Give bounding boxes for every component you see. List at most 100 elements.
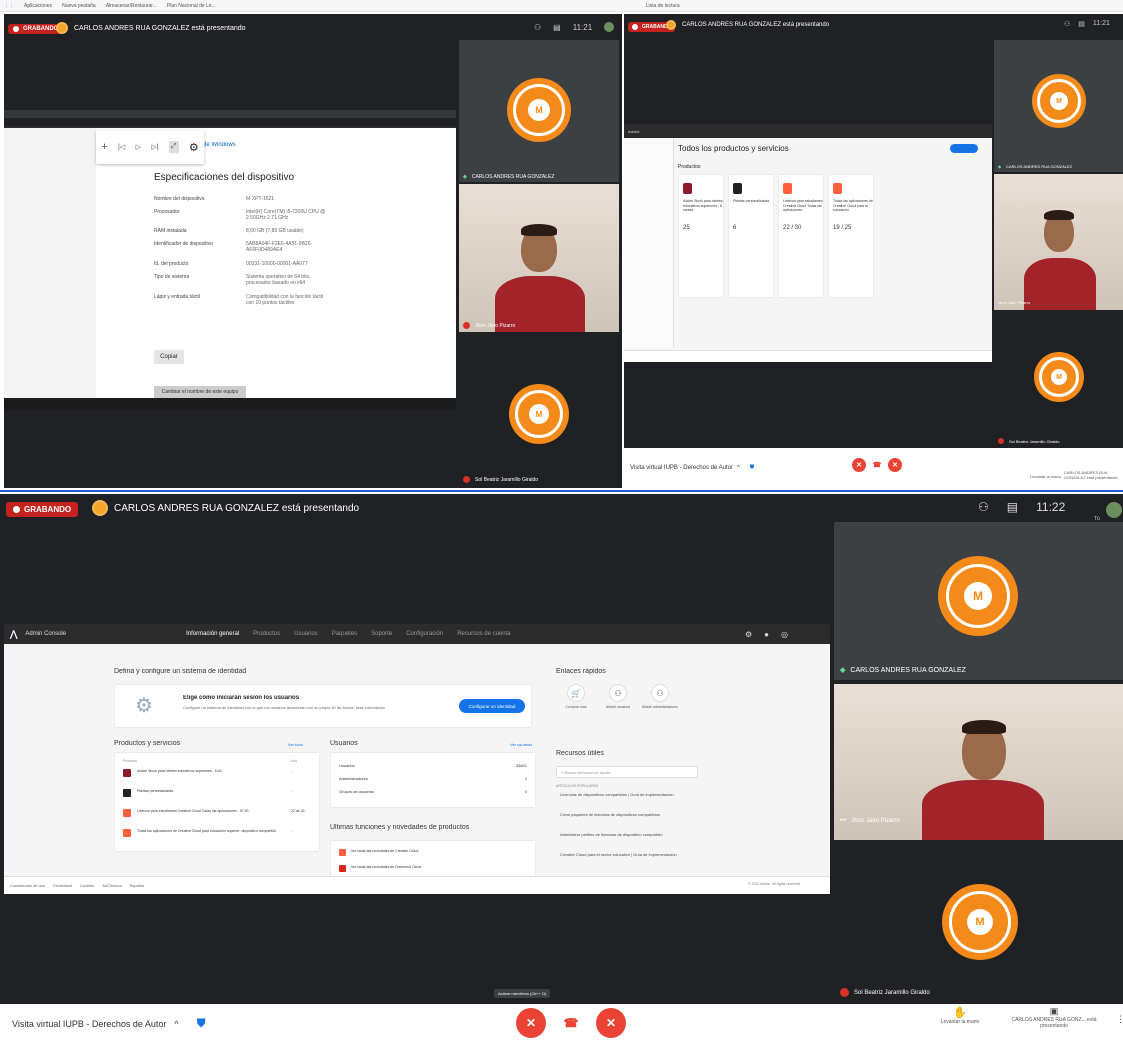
bell-icon[interactable]: ● [764, 630, 769, 639]
first-page-icon[interactable]: |◁ [118, 143, 125, 151]
help-search-input[interactable]: ⌕ Buscar artículos de ayuda [556, 766, 698, 778]
bookmark-2[interactable]: Nueva pestaña [62, 3, 96, 9]
settings-left [4, 128, 96, 398]
participant-name-1: ◆ CARLOS ANDRES RUA GONZALEZ [998, 164, 1073, 169]
university-emblem-icon: M [509, 384, 569, 444]
add-button[interactable] [950, 144, 978, 153]
raise-hand-button[interactable]: ✋ Levantar la mano [928, 1006, 992, 1025]
participant-name-3: Sol Beatriz Jaramillo Giraldo [463, 476, 538, 483]
resource-link[interactable]: Licencias de dispositivos compartidos | … [560, 792, 696, 798]
people-icon[interactable]: ⚇ [1064, 20, 1070, 28]
admin-nav-6[interactable]: Recursos de cuenta [457, 631, 510, 637]
footer-link-3[interactable]: AdChoices [102, 883, 121, 888]
identity-title: Defina y configure un sistema de identid… [114, 668, 247, 675]
admin-nav-5[interactable]: Configuración [406, 631, 443, 637]
users-view[interactable]: Ver usuarios [510, 742, 532, 747]
present-icon: ▣ [1049, 1006, 1059, 1016]
footer-link-0[interactable]: Condiciones de uso [10, 883, 45, 888]
product-card[interactable]: Plantas personalizadas 6 [728, 174, 774, 298]
product-value: 19 / 25 [833, 225, 852, 231]
user-stat-value: 0 [524, 789, 527, 794]
presenter-avatar [56, 22, 68, 34]
quick-link-label: Añadir usuarios [605, 705, 631, 709]
news-item[interactable]: Ver todas las novedades de Document Clou… [351, 865, 421, 869]
admin-nav-0[interactable]: Información general [186, 631, 239, 637]
camera-off-button[interactable]: ✕ [596, 1008, 626, 1038]
footer-link-1[interactable]: Privacidad [53, 883, 72, 888]
quick-link[interactable]: ⚇ Añadir administradores [640, 684, 680, 709]
bookmark-4[interactable]: Plan Nacional de Le... [167, 3, 216, 9]
footer-link-2[interactable]: Cookies [80, 883, 94, 888]
resource-link[interactable]: Creative Cloud para el sector educativo … [560, 852, 696, 858]
product-name[interactable]: Todas las aplicaciones de Creative Cloud… [137, 829, 277, 834]
product-icon [123, 789, 131, 797]
admin-topbar: ⋀ Admin Console Información general Produ… [4, 624, 830, 644]
product-icon [683, 183, 692, 194]
products-card: Producto Uso Adobe Stock para niveles ed… [114, 752, 320, 852]
product-name[interactable]: Licencia para estudiantes Creative Cloud… [137, 809, 277, 814]
apps-icon[interactable]: ⋮⋮ [4, 3, 14, 9]
spec-row: Tipo de sistema Sistema operativo de 64 b… [154, 274, 334, 286]
product-name[interactable]: Adobe Stock para niveles educativos supe… [137, 769, 277, 774]
resources-sub: ARTÍCULOS POPULARES [556, 784, 599, 788]
raise-hand-label[interactable]: Levantar la mano [1030, 474, 1061, 479]
news-item[interactable]: Ver todas las novedades de Creative Clou… [351, 849, 418, 853]
quick-link[interactable]: 🛒 Comprar más [556, 684, 596, 709]
rename-button[interactable]: Cambiar el nombre de este equipo [154, 386, 246, 398]
fit-icon[interactable]: ⤢ [168, 141, 179, 153]
news-card: Ver todas las novedades de Creative Clou… [330, 840, 536, 880]
presenting-indicator[interactable]: ▣ CARLOS ANDRES RUA GONZ... está present… [1000, 1006, 1108, 1029]
admin-nav-3[interactable]: Paquetes [332, 631, 357, 637]
participant-tile-1: M ◆ CARLOS ANDRES RUA GONZALEZ [834, 522, 1123, 680]
users-card: Usuarios 33641 Administradores 2 Grupos de u… [330, 752, 536, 808]
participant-tile-3: M Sol Beatriz Jaramillo Giraldo [994, 314, 1123, 448]
admin-nav-2[interactable]: Usuarios [294, 631, 318, 637]
admin-nav-4[interactable]: Soporte [371, 631, 392, 637]
resources-title: Recursos útiles [556, 750, 604, 757]
prev-icon[interactable]: ▷ [136, 143, 141, 151]
people-icon[interactable]: ⚇ [978, 500, 989, 514]
resource-link[interactable]: Crear paquetes de licencias de dispositi… [560, 812, 696, 818]
hangup-button[interactable]: ☎ [556, 1008, 586, 1038]
top-right-icons: ⚇ ▤ 11:21 [1064, 20, 1110, 28]
chevron-up-icon[interactable]: ^ [174, 1019, 178, 1029]
profile-icon[interactable]: ◎ [781, 630, 788, 639]
admin-nav-1[interactable]: Productos [253, 631, 280, 637]
bookmark-3[interactable]: Almacenar/Restaurar... [106, 3, 157, 9]
university-emblem-icon: M [942, 884, 1018, 960]
chat-icon[interactable]: ▤ [553, 23, 561, 32]
product-card[interactable]: Adobe Stock para niveles educativos supe… [678, 174, 724, 298]
configure-identity-button[interactable]: Configurar un identidad [459, 699, 525, 713]
meeting-title[interactable]: Visita virtual IUPB - Derechos de Autor [630, 465, 733, 471]
participant-tile-3: M Sol Beatriz Jaramillo Giraldo [834, 844, 1123, 1002]
spec-key: Procesador [154, 209, 180, 215]
product-name[interactable]: Plantas personalizadas [137, 789, 277, 794]
footer-link-4[interactable]: Español [130, 883, 144, 888]
quick-link[interactable]: ⚇ Añadir usuarios [598, 684, 638, 709]
bookmark-1[interactable]: Aplicaciones [24, 3, 52, 9]
reading-list[interactable]: Lista de lectura [646, 3, 680, 9]
participant-name-2: Jhon Jairo Pizarro [998, 300, 1031, 305]
products-title: Productos y servicios [114, 740, 181, 747]
people-icon[interactable]: ⚇ [534, 23, 541, 32]
chat-icon[interactable]: ▤ [1007, 500, 1018, 514]
products-view-all[interactable]: Ver todo [288, 742, 303, 747]
product-card[interactable]: Todas las aplicaciones de Creative Cloud… [828, 174, 874, 298]
camera-off-button[interactable]: ✕ [888, 458, 902, 472]
copy-button[interactable]: Copiar [154, 350, 184, 364]
col-header-product: Producto [123, 759, 138, 763]
last-page-icon[interactable]: ▷| [151, 143, 158, 151]
mic-off-button[interactable]: ✕ [852, 458, 866, 472]
mic-off-button[interactable]: ✕ [516, 1008, 546, 1038]
product-card[interactable]: Licencia para estudiantes Creative Cloud… [778, 174, 824, 298]
more-options-icon[interactable]: ⋮ [1116, 1014, 1123, 1025]
hangup-button[interactable]: ☎ [870, 458, 884, 472]
help-icon[interactable]: ⚙ [745, 630, 752, 639]
product-usage: - [291, 789, 293, 793]
chevron-up-icon[interactable]: ^ [737, 465, 740, 471]
chat-icon[interactable]: ▤ [1078, 20, 1085, 28]
plus-icon[interactable]: + [101, 141, 107, 153]
resource-link[interactable]: Administrar perfiles de licencias de dis… [560, 832, 696, 838]
meeting-title[interactable]: Visita virtual IUPB - Derechos de Autor [12, 1019, 166, 1029]
gear-icon[interactable]: ⚙ [189, 141, 199, 154]
